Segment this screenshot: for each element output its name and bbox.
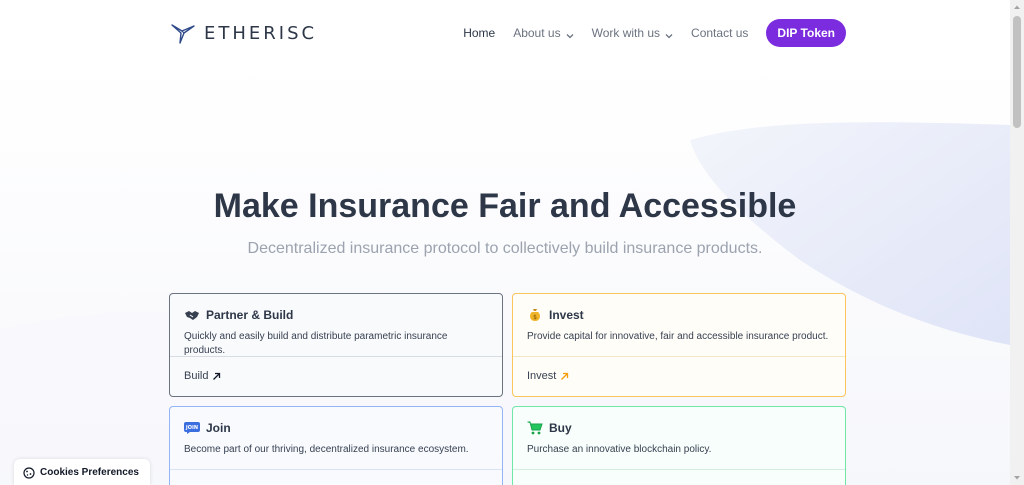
card-title: Join [206,421,231,435]
card-partner-build: Partner & Build Quickly and easily build… [169,293,503,397]
link-label: Build [184,370,209,382]
brand-name: ETHERISC [204,22,318,44]
nav-home[interactable]: Home [463,26,495,40]
card-buy: Buy Purchase an innovative blockchain po… [512,406,846,485]
page-title: Make Insurance Fair and Accessible [213,187,797,225]
card-title: Buy [549,421,572,435]
scroll-down-arrow-icon[interactable] [1010,471,1024,485]
card-description: Become part of our thriving, decentraliz… [184,444,469,455]
chevron-down-icon [665,29,673,39]
link-label: Invest [527,370,557,382]
join-badge-text: JOIN [185,425,198,431]
brand-logo[interactable]: ETHERISC [170,20,317,46]
nav-contact-us[interactable]: Contact us [691,26,748,40]
card-description: Quickly and easily build and distribute … [184,331,448,356]
scroll-up-arrow-icon[interactable] [1010,0,1024,14]
scrollbar-thumb[interactable] [1013,16,1021,128]
cookies-label: Cookies Preferences [40,466,139,478]
divider [170,469,502,470]
money-bag-icon: $ [527,308,543,322]
invest-link[interactable]: Invest [527,370,569,382]
card-invest: $ Invest Provide capital for innovative,… [512,293,846,397]
handshake-icon [184,308,200,322]
main-nav: Home About us Work with us Contact us DI… [463,18,846,48]
chevron-down-icon [566,29,574,39]
nav-work-label: Work with us [591,26,661,40]
site-header: ETHERISC Home About us Work with us Cont… [170,18,846,52]
card-description: Provide capital for innovative, fair and… [527,331,829,342]
divider [513,356,845,357]
nav-work-with-us[interactable]: Work with us [592,26,673,40]
divider [170,356,502,357]
card-title: Partner & Build [206,308,294,322]
arrow-up-right-icon [212,372,221,381]
card-title: Invest [549,308,584,322]
card-description: Purchase an innovative blockchain policy… [527,444,712,455]
bird-logo-icon [170,20,196,46]
arrow-up-right-icon [560,372,569,381]
divider [513,469,845,470]
cookies-preferences-button[interactable]: Cookies Preferences [14,459,150,485]
page-scrollbar[interactable] [1010,0,1024,485]
card-join: JOIN Join Become part of our thriving, d… [169,406,503,485]
nav-about-us[interactable]: About us [513,26,574,40]
shopping-cart-icon [527,421,543,435]
page-subtitle: Decentralized insurance protocol to coll… [247,240,763,257]
svg-text:$: $ [533,314,537,321]
nav-about-label: About us [513,26,561,40]
join-badge-icon: JOIN [184,421,200,435]
dip-token-button[interactable]: DIP Token [766,19,846,47]
cookie-icon [23,466,35,479]
build-link[interactable]: Build [184,370,221,382]
